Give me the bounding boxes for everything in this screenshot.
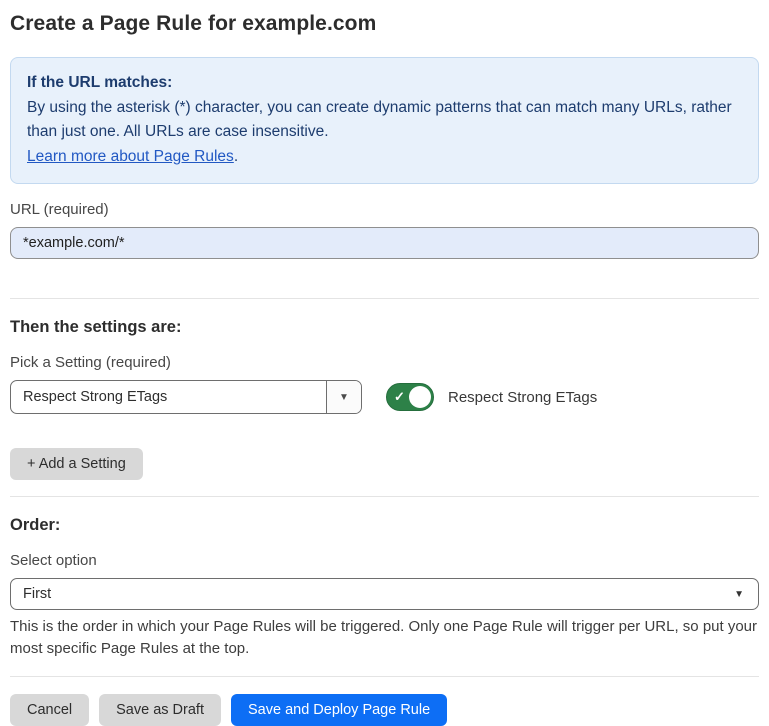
learn-more-link[interactable]: Learn more about Page Rules — [27, 148, 234, 165]
setting-toggle[interactable]: ✓ — [386, 383, 434, 411]
dropdown-arrow-icon: ▼ — [339, 392, 349, 403]
cancel-button[interactable]: Cancel — [10, 694, 89, 726]
order-help-text: This is the order in which your Page Rul… — [10, 616, 759, 659]
order-select-value: First — [23, 586, 51, 602]
section-divider — [10, 496, 759, 497]
setting-row: Respect Strong ETags ▼ ✓ Respect Strong … — [10, 380, 759, 414]
pick-setting-label: Pick a Setting (required) — [10, 354, 759, 371]
save-draft-button[interactable]: Save as Draft — [99, 694, 221, 726]
setting-select-value: Respect Strong ETags — [11, 381, 326, 413]
footer-button-row: Cancel Save as Draft Save and Deploy Pag… — [10, 694, 759, 726]
chevron-down-icon: ▼ — [734, 589, 744, 600]
section-divider — [10, 298, 759, 299]
setting-select[interactable]: Respect Strong ETags ▼ — [10, 380, 362, 414]
toggle-knob — [409, 386, 431, 408]
info-box-heading: If the URL matches: — [27, 71, 742, 96]
link-period: . — [234, 148, 238, 165]
info-box-body: By using the asterisk (*) character, you… — [27, 96, 742, 145]
settings-section-heading: Then the settings are: — [10, 318, 759, 337]
footer-divider — [10, 676, 759, 677]
order-select[interactable]: First ▼ — [10, 578, 759, 610]
save-deploy-button[interactable]: Save and Deploy Page Rule — [231, 694, 447, 726]
url-field-label: URL (required) — [10, 201, 759, 218]
info-box-link-line: Learn more about Page Rules. — [27, 145, 742, 170]
order-section-heading: Order: — [10, 516, 759, 535]
add-setting-button[interactable]: + Add a Setting — [10, 448, 143, 480]
order-select-label: Select option — [10, 552, 759, 569]
toggle-check-icon: ✓ — [394, 389, 405, 405]
setting-select-arrow-button[interactable]: ▼ — [326, 381, 361, 413]
toggle-label: Respect Strong ETags — [448, 389, 597, 406]
page-title: Create a Page Rule for example.com — [10, 12, 759, 36]
url-input[interactable] — [10, 227, 759, 259]
url-match-info-box: If the URL matches: By using the asteris… — [10, 57, 759, 184]
